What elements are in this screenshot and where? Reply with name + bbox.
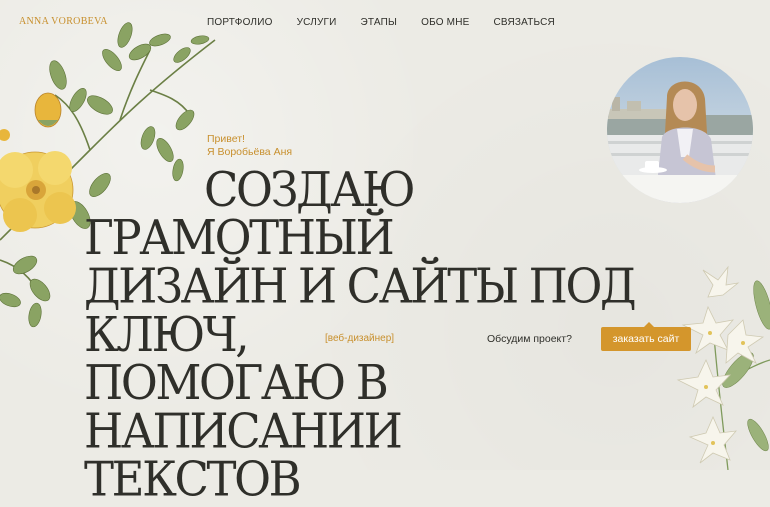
role-tag: [веб-дизайнер] [325,333,395,344]
headline-line-2: ДИЗАЙН И САЙТЫ ПОД КЛЮЧ, [84,258,637,363]
headline-line-1: СОЗДАЮ ГРАМОТНЫЙ [84,161,416,266]
nav-item-contact[interactable]: СВЯЗАТЬСЯ [494,17,555,28]
nav-item-services[interactable]: УСЛУГИ [297,17,337,28]
nav-item-about[interactable]: ОБО МНЕ [421,17,469,28]
nav-item-stages[interactable]: ЭТАПЫ [361,17,398,28]
brand-logo[interactable]: ANNA VOROBEVA [19,16,108,27]
headline-line-3: ПОМОГАЮ В НАПИСАНИИ [84,355,403,459]
nav-item-portfolio[interactable]: ПОРТФОЛИО [207,17,273,28]
order-site-button[interactable]: заказать сайт [601,322,691,351]
headline-line-4: ТЕКСТОВ [84,451,302,507]
greeting-line-1: Привет! [207,133,245,145]
discuss-project-text: Обсудим проект? [487,333,572,345]
greeting-text: Привет! Я Воробьёва Аня [207,133,292,159]
greeting-line-2: Я Воробьёва Аня [207,146,293,158]
main-navigation: ПОРТФОЛИО УСЛУГИ ЭТАПЫ ОБО МНЕ СВЯЗАТЬСЯ [207,17,579,28]
